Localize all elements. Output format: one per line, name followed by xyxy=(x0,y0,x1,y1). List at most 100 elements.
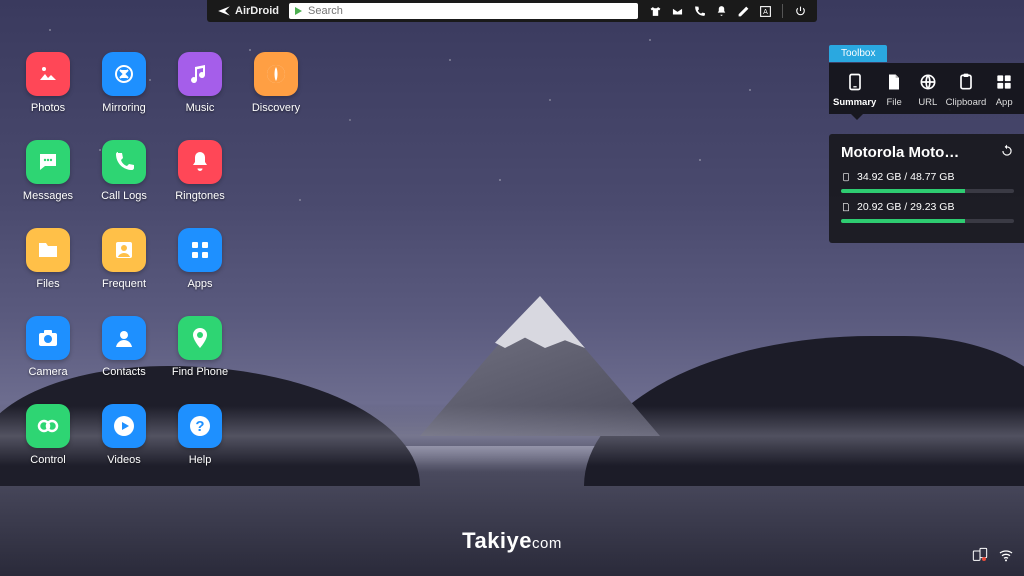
sdcard-icon xyxy=(841,202,851,212)
brand-logo-icon xyxy=(217,4,231,18)
tool-url[interactable]: URL xyxy=(912,71,944,108)
app-apps[interactable]: Apps xyxy=(162,228,238,290)
app-photos[interactable]: Photos xyxy=(10,52,86,114)
app-label: Music xyxy=(186,102,215,114)
tool-summary[interactable]: Summary xyxy=(833,71,876,108)
desktop-grid: Photos Mirroring Music Discovery Messages Cal… xyxy=(10,52,314,466)
tool-label: File xyxy=(886,97,901,108)
tool-label: URL xyxy=(918,97,937,108)
device-panel: Motorola Moto… 34.92 GB / 48.77 GB 20.92 … xyxy=(829,134,1024,243)
findphone-icon xyxy=(178,316,222,360)
wallpaper-snowcap xyxy=(490,296,590,348)
app-label: Ringtones xyxy=(175,190,225,202)
camera-icon xyxy=(26,316,70,360)
brand-label: AirDroid xyxy=(235,5,279,17)
topbar-right: A xyxy=(638,4,817,18)
mail-icon[interactable] xyxy=(670,4,684,18)
device-name: Motorola Moto… xyxy=(841,144,959,161)
messages-icon xyxy=(26,140,70,184)
connection-icon[interactable] xyxy=(972,547,988,568)
font-icon[interactable]: A xyxy=(758,4,772,18)
storage-bar-internal xyxy=(841,189,1014,193)
app-files[interactable]: Files xyxy=(10,228,86,290)
app-label: Discovery xyxy=(252,102,300,114)
tool-app[interactable]: App xyxy=(988,71,1020,108)
tshirt-icon[interactable] xyxy=(648,4,662,18)
app-findphone[interactable]: Find Phone xyxy=(162,316,238,378)
tool-file[interactable]: File xyxy=(878,71,910,108)
toolbox-tab[interactable]: Toolbox xyxy=(829,45,887,62)
app-control[interactable]: Control xyxy=(10,404,86,466)
storage-row-sdcard: 20.92 GB / 29.23 GB xyxy=(841,201,1014,213)
app-label: Videos xyxy=(107,454,140,466)
music-icon xyxy=(178,52,222,96)
mirroring-icon xyxy=(102,52,146,96)
top-bar: AirDroid A xyxy=(207,0,817,22)
app-label: Photos xyxy=(31,102,65,114)
search-input[interactable] xyxy=(308,5,632,17)
toolbox-caret xyxy=(851,114,863,120)
storage-text: 20.92 GB / 29.23 GB xyxy=(857,201,954,213)
app-calllogs[interactable]: Call Logs xyxy=(86,140,162,202)
tool-label: Clipboard xyxy=(946,97,987,108)
help-icon: ? xyxy=(178,404,222,448)
photos-icon xyxy=(26,52,70,96)
storage-text: 34.92 GB / 48.77 GB xyxy=(857,171,954,183)
apps-icon xyxy=(178,228,222,272)
contacts-icon xyxy=(102,316,146,360)
app-label: Frequent xyxy=(102,278,146,290)
app-camera[interactable]: Camera xyxy=(10,316,86,378)
watermark-bold: Takiye xyxy=(462,528,532,553)
files-icon xyxy=(26,228,70,272)
app-contacts[interactable]: Contacts xyxy=(86,316,162,378)
app-label: Control xyxy=(30,454,65,466)
tool-label: Summary xyxy=(833,97,876,108)
app-music[interactable]: Music xyxy=(162,52,238,114)
frequent-icon xyxy=(102,228,146,272)
app-discovery[interactable]: Discovery xyxy=(238,52,314,114)
app-label: Help xyxy=(189,454,212,466)
clipboard-icon xyxy=(955,71,977,93)
watermark: Takiyecom xyxy=(462,528,562,554)
app-label: Find Phone xyxy=(172,366,228,378)
app-label: Files xyxy=(36,278,59,290)
watermark-thin: com xyxy=(532,535,562,552)
brand[interactable]: AirDroid xyxy=(207,4,289,18)
app-label: Camera xyxy=(28,366,67,378)
app-messages[interactable]: Messages xyxy=(10,140,86,202)
app-label: Apps xyxy=(187,278,212,290)
storage-row-internal: 34.92 GB / 48.77 GB xyxy=(841,171,1014,183)
control-icon xyxy=(26,404,70,448)
discovery-icon xyxy=(254,52,298,96)
tool-clipboard[interactable]: Clipboard xyxy=(946,71,987,108)
edit-icon[interactable] xyxy=(736,4,750,18)
internal-icon xyxy=(841,172,851,182)
app-videos[interactable]: Videos xyxy=(86,404,162,466)
status-bar xyxy=(972,547,1014,568)
app-ringtones[interactable]: Ringtones xyxy=(162,140,238,202)
power-icon[interactable] xyxy=(793,4,807,18)
app-icon xyxy=(993,71,1015,93)
refresh-button[interactable] xyxy=(1000,144,1014,161)
divider xyxy=(782,4,783,18)
app-mirroring[interactable]: Mirroring xyxy=(86,52,162,114)
videos-icon xyxy=(102,404,146,448)
app-label: Messages xyxy=(23,190,73,202)
toolbox-panel: Toolbox Summary File URL Clipboard App Motor… xyxy=(829,45,1024,243)
storage-bar-sdcard xyxy=(841,219,1014,223)
app-frequent[interactable]: Frequent xyxy=(86,228,162,290)
file-icon xyxy=(883,71,905,93)
app-help[interactable]: ? Help xyxy=(162,404,238,466)
url-icon xyxy=(917,71,939,93)
ringtones-icon xyxy=(178,140,222,184)
phone-icon[interactable] xyxy=(692,4,706,18)
bell-icon[interactable] xyxy=(714,4,728,18)
app-label: Call Logs xyxy=(101,190,147,202)
wifi-icon[interactable] xyxy=(998,547,1014,568)
play-store-icon xyxy=(295,7,302,15)
app-label: Contacts xyxy=(102,366,145,378)
svg-text:A: A xyxy=(763,9,768,16)
svg-text:?: ? xyxy=(195,418,204,435)
tool-label: App xyxy=(996,97,1013,108)
search-box[interactable] xyxy=(289,3,638,19)
